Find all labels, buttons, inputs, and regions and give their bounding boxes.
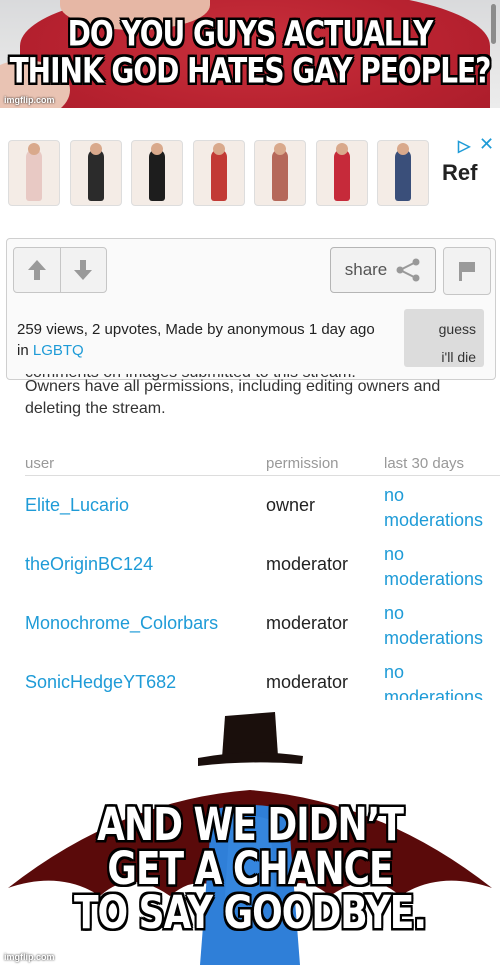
column-header-last-30-days: last 30 days	[384, 455, 465, 472]
model-head	[89, 143, 102, 155]
table-row: Elite_Lucario owner no moderations	[25, 483, 500, 541]
share-label: share	[344, 260, 388, 279]
permission-value: moderator	[266, 672, 349, 692]
image-meta-panel: share 259 views, 2 upvotes, Made by anon…	[6, 238, 496, 380]
model-outfit	[87, 149, 104, 201]
model-head	[212, 143, 225, 155]
model-head	[274, 143, 286, 155]
share-icon	[396, 258, 420, 282]
flag-button[interactable]	[443, 247, 491, 295]
user-link[interactable]: SonicHedgeYT682	[25, 672, 176, 693]
meme-caption-line-2: THINK GOD HATES GAY PEOPLE?	[9, 49, 492, 91]
ad-product-thumbnail[interactable]	[315, 140, 368, 206]
close-icon[interactable]: ✕	[479, 134, 494, 155]
model-head	[28, 143, 40, 155]
vote-buttons	[13, 247, 107, 293]
column-header-user: user	[25, 455, 55, 472]
upvote-button[interactable]	[14, 248, 61, 292]
share-button[interactable]: share	[330, 247, 436, 293]
meme-caption-line-3: TO SAY GOODBYE.	[73, 887, 427, 939]
table-row: theOriginBC124 moderator no moderations	[25, 542, 500, 600]
flag-icon	[459, 262, 475, 281]
bottom-meme-image: AND WE DIDN’T GET A CHANCE TO SAY GOODBY…	[0, 700, 500, 965]
imgflip-watermark: imgflip.com	[4, 95, 55, 105]
ad-product-thumbnail[interactable]	[131, 140, 183, 206]
model-head	[397, 143, 409, 155]
arrow-up-icon	[28, 260, 46, 280]
image-stats: 259 views, 2 upvotes, Made by anonymous …	[17, 319, 387, 361]
cut-off-text: comments on images submitted to this str…	[25, 374, 385, 384]
user-link[interactable]: theOriginBC124	[25, 554, 153, 575]
image-title-box: guess i'll die	[404, 309, 484, 367]
ad-product-thumbnail[interactable]	[69, 140, 122, 206]
imgflip-watermark: imgflip.com	[4, 952, 55, 962]
model-outfit	[26, 149, 42, 201]
model-outfit	[210, 149, 227, 201]
moderations-link[interactable]: no moderations	[384, 601, 500, 651]
downvote-button[interactable]	[60, 248, 106, 292]
user-link[interactable]: Monochrome_Colorbars	[25, 613, 218, 634]
ad-product-thumbnail[interactable]	[377, 140, 429, 206]
title-line-1: guess	[438, 321, 476, 337]
permission-value: moderator	[266, 554, 349, 574]
moderations-link[interactable]: no moderations	[384, 542, 500, 592]
arrow-down-icon	[74, 260, 92, 280]
model-head	[335, 143, 348, 155]
column-header-permission: permission	[266, 455, 339, 472]
model-outfit	[395, 149, 411, 201]
title-line-2: i'll die	[441, 349, 476, 365]
moderations-link[interactable]: no moderations	[384, 483, 500, 533]
meme-caption-line-2: GET A CHANCE	[107, 843, 393, 895]
permission-value: owner	[266, 495, 316, 515]
model-head	[151, 143, 163, 155]
ad-product-thumbnail[interactable]	[254, 140, 306, 206]
ad-product-thumbnail[interactable]	[8, 140, 60, 206]
stream-link[interactable]: LGBTQ	[33, 342, 84, 359]
permission-value: moderator	[266, 613, 349, 633]
model-outfit	[149, 149, 165, 201]
user-link[interactable]: Elite_Lucario	[25, 495, 129, 516]
model-outfit	[272, 149, 288, 201]
model-outfit	[333, 149, 350, 201]
top-meme-image: DO YOU GUYS ACTUALLY THINK GOD HATES GAY…	[0, 0, 500, 108]
ad-brand-name[interactable]: Ref	[442, 160, 477, 186]
adchoices-triangle-icon[interactable]: ▷	[458, 136, 470, 156]
header-divider	[25, 475, 500, 476]
ad-product-thumbnail[interactable]	[192, 140, 245, 206]
meme-caption-line-1: AND WE DIDN’T	[97, 799, 404, 851]
meme-caption-line-1: DO YOU GUYS ACTUALLY	[67, 12, 434, 54]
stream-permissions-description: comments on images submitted to this str…	[25, 374, 485, 420]
ad-banner[interactable]	[0, 130, 500, 210]
table-row: Monochrome_Colorbars moderator no moderat…	[25, 601, 500, 659]
